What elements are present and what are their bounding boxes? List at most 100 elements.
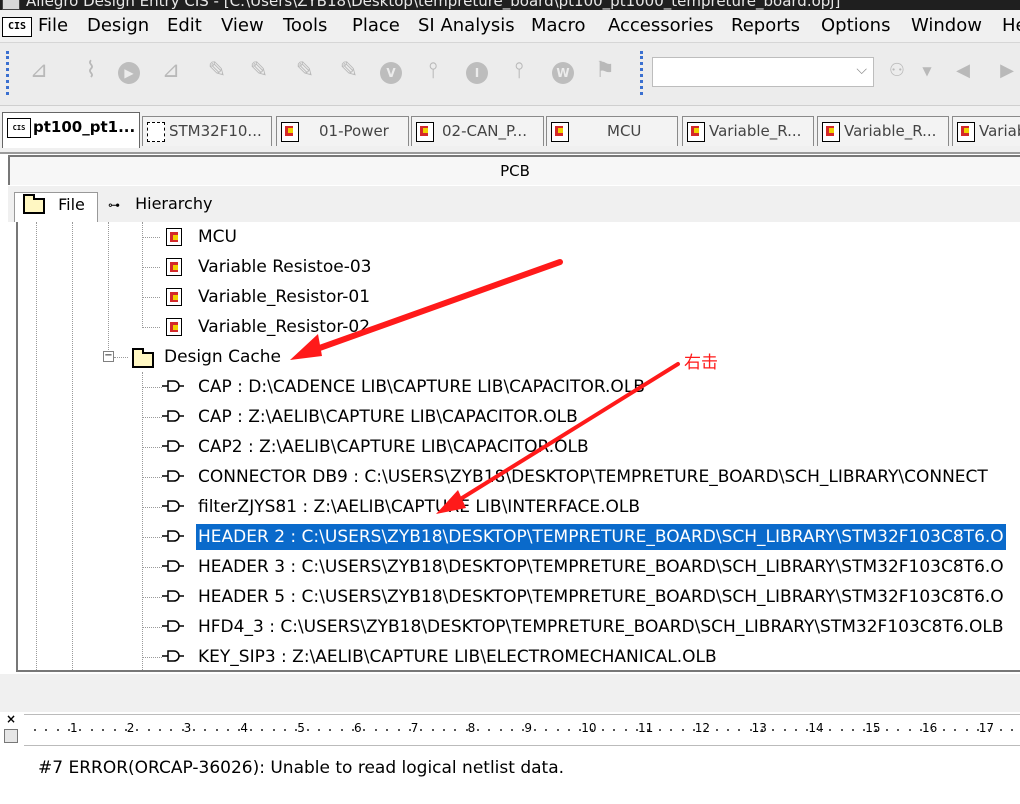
panel-tabs: File ⊶ Hierarchy — [8, 186, 1020, 222]
ruler-dot — [170, 729, 173, 731]
tab-file[interactable]: File — [14, 192, 98, 222]
menu-reports[interactable]: Reports — [731, 15, 800, 36]
menu-si-analysis[interactable]: SI Analysis — [418, 15, 515, 36]
menu-edit[interactable]: Edit — [167, 15, 202, 36]
sim-icon[interactable]: ⌇ — [78, 57, 104, 85]
tree-item-part[interactable]: HEADER 3 : C:\USERS\ZYB18\DESKTOP\TEMPRE… — [18, 552, 1018, 582]
tree-item-part[interactable]: KEY_SIP3 : Z:\AELIB\CAPTURE LIB\ELECTROM… — [18, 642, 1018, 670]
ruler-dot — [999, 729, 1002, 731]
menu-window[interactable]: Window — [911, 15, 982, 36]
tree-item-label: filterZJYS81 : Z:\AELIB\CAPTURE LIB\INTE… — [198, 497, 641, 517]
tree-item-part[interactable]: CAP : D:\CADENCE LIB\CAPTURE LIB\CAPACIT… — [18, 372, 1018, 402]
schematic-page-icon — [957, 122, 975, 142]
menu-help[interactable]: He — [1002, 15, 1020, 36]
tab-variable-r-1[interactable]: Variable_R... — [682, 116, 814, 146]
part-icon — [162, 410, 184, 422]
part-icon — [162, 650, 184, 662]
find-dropdown-icon[interactable]: ▼ — [914, 57, 940, 85]
ruler-tick-label: 13 — [751, 721, 767, 735]
ruler-dot — [465, 729, 468, 731]
collapse-icon[interactable]: − — [103, 351, 114, 362]
tree-item-page[interactable]: Variable_Resistor-02 — [18, 312, 1018, 342]
ruler-dot — [545, 729, 548, 731]
pin-icon[interactable] — [4, 729, 18, 743]
marker-voltage-icon[interactable]: ✎ — [292, 57, 318, 85]
tree-item-page[interactable]: Variable_Resistor-01 — [18, 282, 1018, 312]
ruler-dot — [556, 729, 559, 731]
splitter[interactable] — [0, 674, 1020, 712]
tree-item-part[interactable]: CAP : Z:\AELIB\CAPTURE LIB\CAPACITOR.OLB — [18, 402, 1018, 432]
tab-mcu[interactable]: MCU — [546, 116, 678, 146]
tree-item-label: HEADER 5 : C:\USERS\ZYB18\DESKTOP\TEMPRE… — [198, 587, 1004, 607]
window-title-bar: Allegro Design Entry CIS - [C:\Users\ZYB… — [0, 0, 1020, 10]
tree-item-part[interactable]: filterZJYS81 : Z:\AELIB\CAPTURE LIB\INTE… — [18, 492, 1018, 522]
tab-variable-r-2[interactable]: Variable_R... — [817, 116, 949, 146]
tab-project[interactable]: CIS pt100_pt1... — [2, 112, 140, 148]
current-icon[interactable]: I — [464, 57, 490, 85]
tab-01-power[interactable]: 01-Power — [276, 116, 409, 146]
tree-item-label: Variable Resistoe-03 — [198, 257, 372, 277]
toolbar-combo-box[interactable]: ⌵ — [652, 57, 874, 87]
pcb-netlist-icon[interactable]: ⊿ — [26, 57, 52, 85]
menu-file[interactable]: File — [38, 15, 68, 36]
toolbar: ⊿ ⌇ ▶ ⊿ ✎ ✎ ✎ ✎ V ⫯ I ⫯ W ⚑ ⌵ ⚇ ▼ ◀ ▶ — [0, 43, 1020, 106]
run-icon[interactable]: ▶ — [116, 57, 142, 85]
schematic-page-icon — [166, 288, 182, 306]
ruler-dot — [158, 729, 161, 731]
tree-item-label: CONNECTOR DB9 : C:\USERS\ZYB18\DESKTOP\T… — [198, 467, 988, 487]
menu-options[interactable]: Options — [821, 15, 890, 36]
close-icon[interactable]: × — [4, 712, 18, 726]
tree-item-part[interactable]: HEADER 5 : C:\USERS\ZYB18\DESKTOP\TEMPRE… — [18, 582, 1018, 612]
ruler-dot — [931, 729, 934, 731]
menu-design[interactable]: Design — [87, 15, 149, 36]
tab-02-can[interactable]: 02-CAN_P... — [411, 116, 544, 146]
marker-add-icon[interactable]: ✎ — [246, 57, 272, 85]
voltage-icon[interactable]: V — [378, 57, 404, 85]
prev-icon[interactable]: ◀ — [950, 57, 976, 85]
tree-item-part[interactable]: CONNECTOR DB9 : C:\USERS\ZYB18\DESKTOP\T… — [18, 462, 1018, 492]
power-icon[interactable]: W — [550, 57, 576, 85]
ruler-dot — [761, 729, 764, 731]
session-log[interactable]: #7 ERROR(ORCAP-36026): Unable to read lo… — [24, 746, 1020, 804]
menu-view[interactable]: View — [221, 15, 264, 36]
ruler-dot — [90, 729, 93, 731]
voltage-differential-icon[interactable]: ⫯ — [420, 57, 446, 85]
tab-stm32[interactable]: STM32F10... — [142, 116, 272, 146]
probe-icon[interactable]: ⊿ — [158, 57, 184, 85]
tab-label: 02-CAN_P... — [442, 122, 527, 140]
document-menu-icon[interactable]: CIS — [2, 17, 32, 37]
next-icon[interactable]: ▶ — [994, 57, 1020, 85]
tree-item-page[interactable]: MCU — [18, 222, 1018, 252]
ruler-dot — [749, 729, 752, 731]
menu-accessories[interactable]: Accessories — [608, 15, 714, 36]
ruler-dot — [579, 729, 582, 731]
tree-item-page[interactable]: Variable Resistoe-03 — [18, 252, 1018, 282]
tree-item-part[interactable]: HEADER 2 : C:\USERS\ZYB18\DESKTOP\TEMPRE… — [18, 522, 1018, 552]
current-into-pin-icon[interactable]: ⫯ — [506, 57, 532, 85]
ruler-tick-label: 9 — [524, 721, 533, 735]
menu-tools[interactable]: Tools — [283, 15, 327, 36]
marker-icon[interactable]: ✎ — [204, 57, 230, 85]
tree-item-part[interactable]: HFD4_3 : C:\USERS\ZYB18\DESKTOP\TEMPRETU… — [18, 612, 1018, 642]
ruler-dot — [79, 729, 82, 731]
ruler-dot — [56, 729, 59, 731]
ruler-dot — [318, 729, 320, 731]
chevron-down-icon[interactable]: ⌵ — [856, 62, 867, 78]
project-tree[interactable]: MCU Variable Resistoe-03 Variable_Resist… — [16, 222, 1020, 672]
tree-item-label: Variable_Resistor-01 — [198, 287, 371, 307]
tree-item-part[interactable]: CAP2 : Z:\AELIB\CAPTURE LIB\CAPACITOR.OL… — [18, 432, 1018, 462]
ruler-dot — [851, 729, 854, 731]
menu-place[interactable]: Place — [352, 15, 400, 36]
binoculars-icon[interactable]: ⚇ — [884, 57, 910, 85]
marker-current-icon[interactable]: ✎ — [336, 57, 362, 85]
ruler-tick-label: 5 — [297, 721, 305, 735]
tab-hierarchy[interactable]: ⊶ Hierarchy — [104, 192, 214, 222]
toolbar-grip[interactable] — [6, 51, 13, 95]
power-display-icon[interactable]: ⚑ — [592, 57, 618, 85]
tab-variable-r-3[interactable]: Variab — [952, 116, 1020, 146]
tree-item-design-cache[interactable]: − Design Cache — [18, 342, 1018, 372]
ruler-dot — [897, 729, 900, 731]
toolbar-grip-2[interactable] — [640, 51, 647, 95]
menu-macro[interactable]: Macro — [531, 15, 585, 36]
tab-label: pt100_pt1... — [33, 118, 136, 136]
